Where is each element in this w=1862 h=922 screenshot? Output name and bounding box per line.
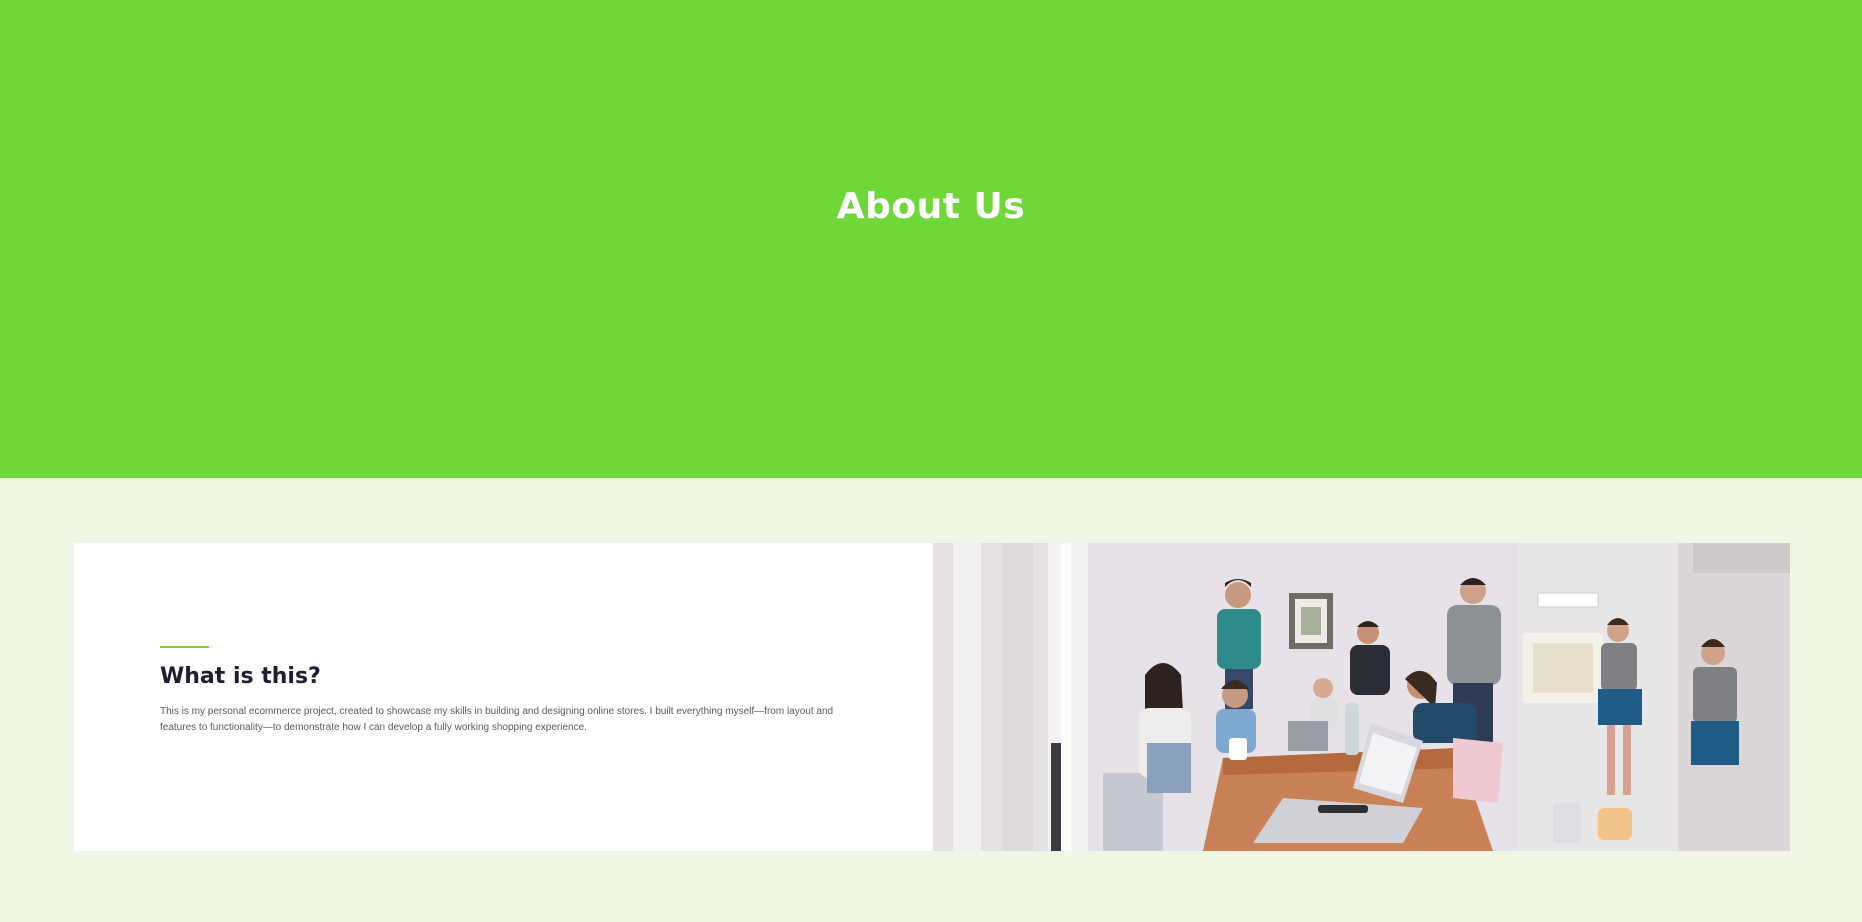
hero-banner: About Us [0, 0, 1862, 478]
team-photo [933, 543, 1790, 851]
page-title: About Us [836, 186, 1026, 227]
team-photo-illustration [933, 543, 1790, 851]
about-card: What is this? This is my personal ecomme… [74, 543, 933, 851]
accent-divider [160, 646, 209, 648]
about-description: This is my personal ecommerce project, c… [160, 706, 834, 733]
about-heading: What is this? [160, 664, 321, 689]
